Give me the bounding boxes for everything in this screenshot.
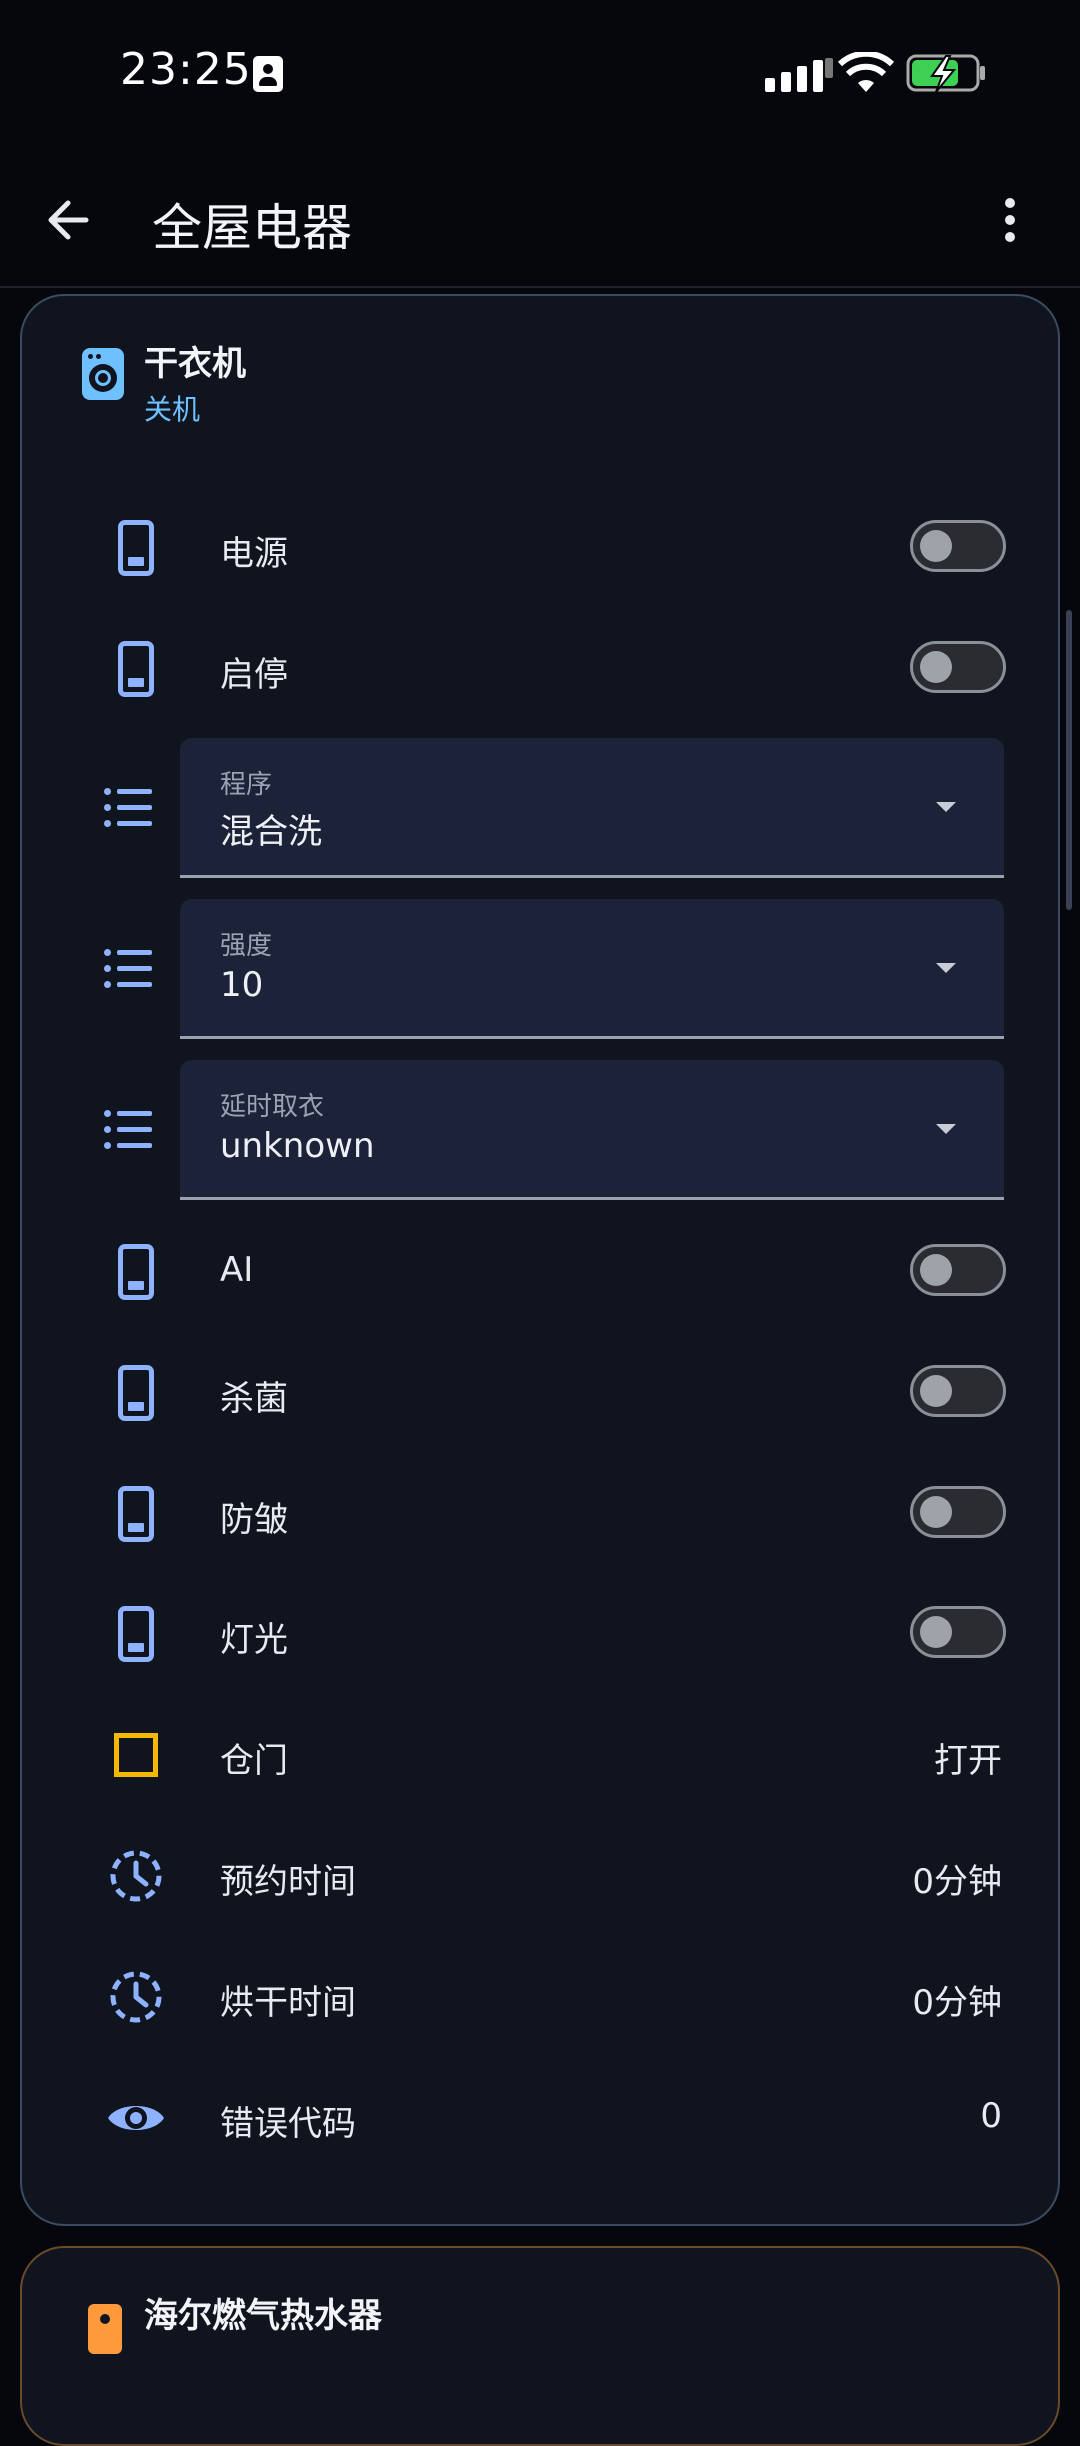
field-value: 10 bbox=[220, 965, 264, 1005]
row-label: 灯光 bbox=[220, 1620, 288, 1660]
phone-icon bbox=[106, 1604, 166, 1664]
phone-icon bbox=[106, 639, 166, 699]
row-label: 启停 bbox=[220, 655, 288, 695]
ai-row: AI bbox=[22, 1212, 1062, 1332]
list-icon bbox=[104, 949, 154, 989]
light-toggle[interactable] bbox=[910, 1606, 1006, 1658]
dry-time-row: 烘干时间 0分钟 bbox=[22, 1937, 1062, 2057]
dropdown-arrow-icon bbox=[936, 1124, 956, 1134]
program-select[interactable]: 程序 混合洗 bbox=[180, 738, 1004, 878]
delay-pickup-select[interactable]: 延时取衣 unknown bbox=[180, 1060, 1004, 1200]
field-label: 延时取衣 bbox=[220, 1092, 325, 1122]
clock-dashed-icon bbox=[110, 1850, 162, 1902]
program-row: 程序 混合洗 bbox=[22, 738, 1062, 878]
phone-icon bbox=[106, 518, 166, 578]
phone-icon bbox=[106, 1484, 166, 1544]
app-bar: 全屋电器 bbox=[0, 150, 1080, 288]
contact-card-icon bbox=[253, 56, 283, 92]
phone-icon bbox=[106, 1363, 166, 1423]
water-heater-icon bbox=[88, 2304, 122, 2354]
field-value: unknown bbox=[220, 1126, 375, 1166]
row-label: AI bbox=[220, 1250, 254, 1290]
field-label: 强度 bbox=[220, 931, 273, 961]
error-code-row: 错误代码 0 bbox=[22, 2058, 1062, 2178]
eye-icon bbox=[108, 2106, 164, 2130]
schedule-value: 0分钟 bbox=[912, 1862, 1002, 1902]
sterilize-toggle[interactable] bbox=[910, 1365, 1006, 1417]
device-card-water-heater[interactable]: 海尔燃气热水器 bbox=[20, 2246, 1060, 2446]
status-bar: 23:25 bbox=[0, 0, 1080, 150]
row-label: 仓门 bbox=[220, 1741, 288, 1781]
more-options-icon[interactable] bbox=[990, 190, 1030, 250]
device-name: 海尔燃气热水器 bbox=[144, 2296, 382, 2336]
ai-toggle[interactable] bbox=[910, 1244, 1006, 1296]
field-value: 混合洗 bbox=[220, 812, 322, 852]
intensity-select[interactable]: 强度 10 bbox=[180, 899, 1004, 1039]
scrollbar[interactable] bbox=[1066, 610, 1072, 910]
list-icon bbox=[104, 788, 154, 828]
row-label: 预约时间 bbox=[220, 1862, 356, 1902]
anti-wrinkle-row: 防皱 bbox=[22, 1454, 1062, 1574]
row-label: 杀菌 bbox=[220, 1379, 288, 1419]
list-icon bbox=[104, 1110, 154, 1150]
row-label: 错误代码 bbox=[220, 2104, 356, 2144]
door-square-icon bbox=[106, 1725, 166, 1785]
power-toggle[interactable] bbox=[910, 520, 1006, 572]
error-code-value: 0 bbox=[980, 2096, 1002, 2136]
washing-machine-icon bbox=[82, 348, 124, 400]
start-stop-row: 启停 bbox=[22, 609, 1062, 729]
sterilize-row: 杀菌 bbox=[22, 1333, 1062, 1453]
phone-icon bbox=[106, 1242, 166, 1302]
start-stop-toggle[interactable] bbox=[910, 641, 1006, 693]
door-state: 打开 bbox=[934, 1741, 1002, 1781]
row-label: 烘干时间 bbox=[220, 1983, 356, 2023]
battery-charging-icon bbox=[906, 54, 985, 93]
power-row: 电源 bbox=[22, 488, 1062, 608]
back-arrow-icon[interactable] bbox=[40, 190, 100, 250]
dropdown-arrow-icon bbox=[936, 963, 956, 973]
signal-icon bbox=[765, 58, 833, 92]
row-label: 电源 bbox=[220, 534, 288, 574]
field-label: 程序 bbox=[220, 770, 273, 800]
delay-pickup-row: 延时取衣 unknown bbox=[22, 1060, 1062, 1200]
status-time: 23:25 bbox=[120, 44, 252, 95]
wifi-icon bbox=[838, 52, 894, 92]
device-card-dryer: 干衣机 关机 电源 启停 程序 混合洗 强度 10 延时取衣 unknown A… bbox=[20, 294, 1060, 2226]
door-row: 仓门 打开 bbox=[22, 1695, 1062, 1815]
clock-dashed-icon bbox=[110, 1971, 162, 2023]
dropdown-arrow-icon bbox=[936, 802, 956, 812]
light-row: 灯光 bbox=[22, 1574, 1062, 1694]
row-label: 防皱 bbox=[220, 1500, 288, 1540]
intensity-row: 强度 10 bbox=[22, 899, 1062, 1039]
schedule-row: 预约时间 0分钟 bbox=[22, 1816, 1062, 1936]
device-name: 干衣机 bbox=[144, 344, 246, 384]
dry-time-value: 0分钟 bbox=[912, 1983, 1002, 2023]
device-status: 关机 bbox=[144, 393, 201, 426]
device-header[interactable]: 干衣机 关机 bbox=[82, 336, 782, 436]
anti-wrinkle-toggle[interactable] bbox=[910, 1486, 1006, 1538]
page-title: 全屋电器 bbox=[152, 199, 352, 257]
